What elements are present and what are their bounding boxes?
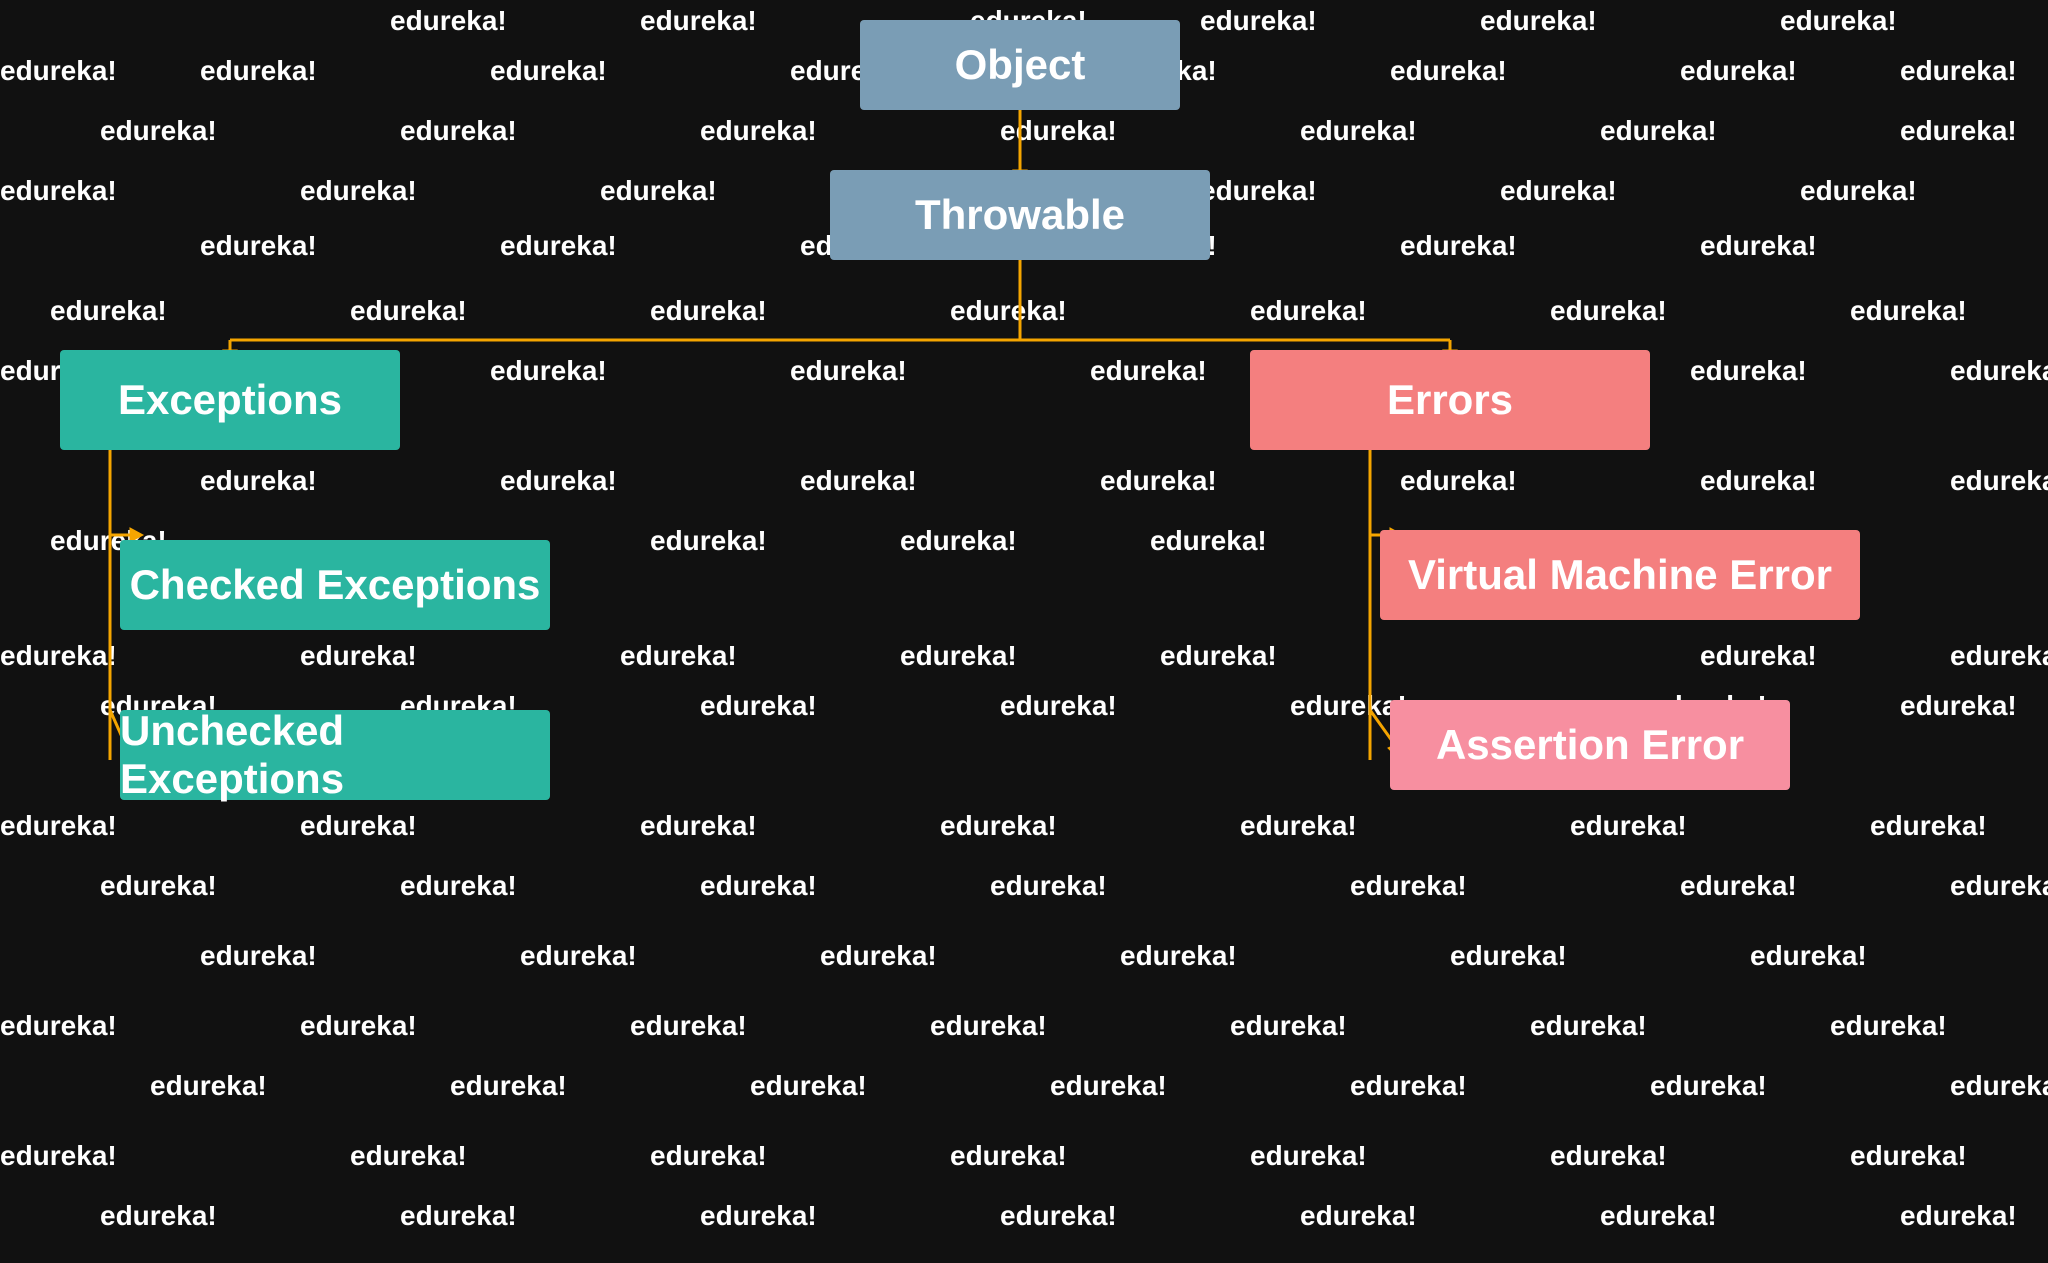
node-errors-label: Errors xyxy=(1387,376,1513,424)
node-unchecked-label: Unchecked Exceptions xyxy=(120,707,550,803)
node-vme-label: Virtual Machine Error xyxy=(1408,551,1832,599)
node-throwable-label: Throwable xyxy=(915,191,1125,239)
node-assertion: Assertion Error xyxy=(1390,700,1790,790)
node-throwable: Throwable xyxy=(830,170,1210,260)
node-exceptions: Exceptions xyxy=(60,350,400,450)
node-exceptions-label: Exceptions xyxy=(118,376,342,424)
node-object: Object xyxy=(860,20,1180,110)
node-checked-label: Checked Exceptions xyxy=(130,561,541,609)
node-vme: Virtual Machine Error xyxy=(1380,530,1860,620)
node-assertion-label: Assertion Error xyxy=(1436,721,1744,769)
node-object-label: Object xyxy=(955,41,1086,89)
node-checked: Checked Exceptions xyxy=(120,540,550,630)
node-unchecked: Unchecked Exceptions xyxy=(120,710,550,800)
node-errors: Errors xyxy=(1250,350,1650,450)
